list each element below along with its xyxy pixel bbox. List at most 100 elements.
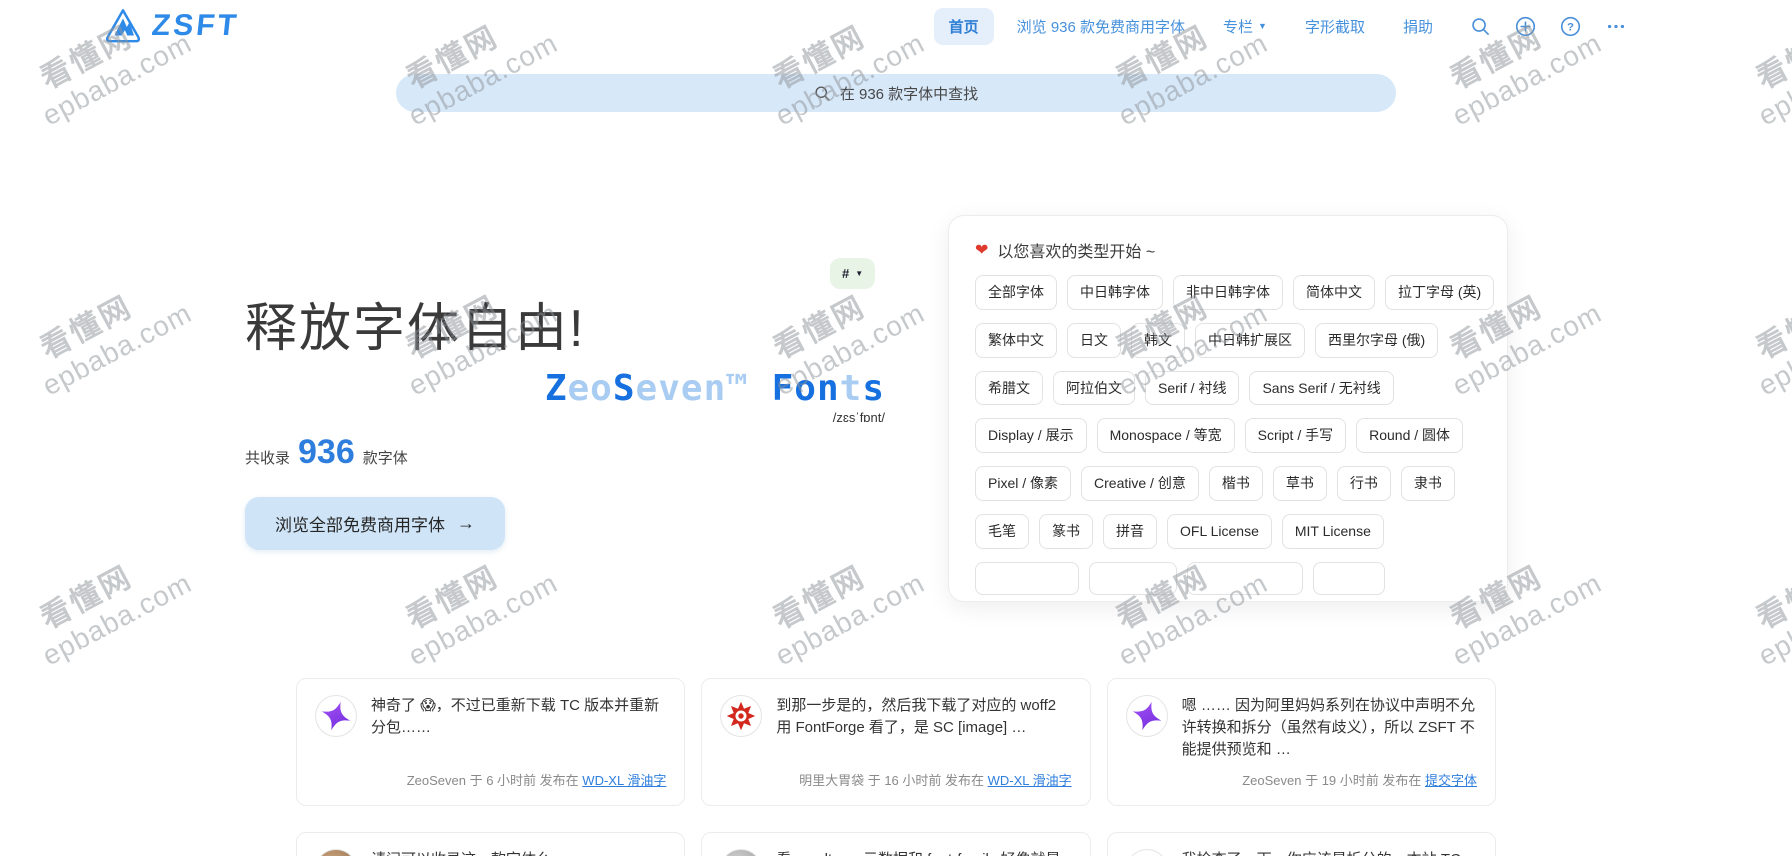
tag-OFL License[interactable]: OFL License xyxy=(1167,513,1272,549)
tag-毛笔[interactable]: 毛笔 xyxy=(975,513,1029,549)
nav-item-label: 浏览 936 款免费商用字体 xyxy=(1016,18,1186,36)
comment-text: 嗯 …… 因为阿里妈妈系列在协议中声明不允许转换和拆分（虽然有歧义），所以 ZS… xyxy=(1181,697,1475,758)
tag-西里尔字母 (俄)[interactable]: 西里尔字母 (俄) xyxy=(1315,322,1439,358)
purple-star-avatar xyxy=(1125,695,1168,737)
comment-body: 神奇了 😱，不过已重新下载 TC 版本并重新分包…… ZeoSeven 于 6 小… xyxy=(371,695,666,789)
comment-source-link[interactable]: 提交字体 xyxy=(1425,773,1477,788)
tag-Monospace / 等宽[interactable]: Monospace / 等宽 xyxy=(1096,418,1235,454)
watermark-text-en: epbaba.com xyxy=(1753,296,1792,402)
tag-阿拉伯文[interactable]: 阿拉伯文 xyxy=(1053,370,1135,406)
brand-segment: even™ xyxy=(635,367,772,409)
comment-card[interactable]: 到那一步是的，然后我下载了对应的 woff2 用 FontForge 看了，是 … xyxy=(701,678,1091,807)
heart-icon: ❤ xyxy=(975,242,989,259)
comment-card[interactable]: 神奇了 😱，不过已重新下载 TC 版本并重新分包…… ZeoSeven 于 6 小… xyxy=(296,678,686,807)
tag-row: 毛笔 篆书 拼音 OFL License MIT License xyxy=(975,513,1481,549)
tag-中日韩扩展区[interactable]: 中日韩扩展区 xyxy=(1195,322,1305,358)
tag-cutoff[interactable] xyxy=(975,561,1079,595)
svg-text:?: ? xyxy=(1567,21,1574,33)
comment-source-link[interactable]: WD-XL 滑油字 xyxy=(582,773,666,788)
watermark-text-cn: 看懂网 xyxy=(35,560,139,636)
plus-circle-icon[interactable] xyxy=(1515,16,1536,37)
tag-MIT License[interactable]: MIT License xyxy=(1281,513,1384,549)
tag-cutoff[interactable] xyxy=(1089,561,1177,595)
tag-希腊文[interactable]: 希腊文 xyxy=(975,370,1043,406)
panel-header: ❤ 以您喜欢的类型开始 ~ xyxy=(975,238,1481,262)
comment-text: 我检查了一下，你应该是拆分的，本站 TC 的 woff xyxy=(1182,849,1477,856)
logo-text: ZSFT xyxy=(150,9,241,42)
watermark-text-en: epbaba.com xyxy=(37,296,197,402)
tag-row: 希腊文 阿拉伯文 Serif / 衬线 Sans Serif / 无衬线 xyxy=(975,370,1481,406)
nav-icon-group: ? xyxy=(1470,16,1627,37)
nav-item-label: 捐助 xyxy=(1402,18,1433,36)
tag-Serif / 衬线[interactable]: Serif / 衬线 xyxy=(1145,370,1240,406)
brand-segment: S xyxy=(612,367,636,409)
tag-非中日韩字体[interactable]: 非中日韩字体 xyxy=(1173,275,1283,310)
comment-body: 嗯 …… 因为阿里妈妈系列在协议中声明不允许转换和拆分（虽然有歧义），所以 ZS… xyxy=(1182,695,1477,789)
tag-Script / 手写[interactable]: Script / 手写 xyxy=(1244,418,1347,454)
brand-segment: eo xyxy=(567,367,613,409)
watermark-text-cn: 看懂网 xyxy=(768,560,872,636)
help-circle-icon[interactable]: ? xyxy=(1560,16,1581,37)
nav-item-2[interactable]: 专栏 ▼ xyxy=(1208,8,1282,45)
tag-中日韩字体[interactable]: 中日韩字体 xyxy=(1067,275,1163,310)
watermark-text-cn: 看懂网 xyxy=(401,560,505,636)
tag-隶书[interactable]: 隶书 xyxy=(1400,466,1455,501)
tag-拼音[interactable]: 拼音 xyxy=(1103,513,1157,549)
tag-row: Pixel / 像素 Creative / 创意 楷书 草书 行书 隶书 xyxy=(975,466,1481,501)
tag-草书[interactable]: 草书 xyxy=(1272,466,1327,501)
font-count-line: 共收录 936 款字体 xyxy=(245,435,885,469)
tag-韩文[interactable]: 韩文 xyxy=(1131,322,1185,358)
tag-cutoff[interactable] xyxy=(1313,561,1385,595)
watermark: 看懂网 epbaba.com xyxy=(1751,267,1792,401)
browse-all-fonts-button[interactable]: 浏览全部免费商用字体 → xyxy=(245,497,505,551)
nav-item-4[interactable]: 捐助 xyxy=(1388,8,1448,45)
nav-item-3[interactable]: 字形截取 xyxy=(1290,8,1380,45)
tag-行书[interactable]: 行书 xyxy=(1336,466,1391,501)
tag-cutoff[interactable] xyxy=(1187,561,1303,595)
comment-text: 到那一步是的，然后我下载了对应的 woff2 用 FontForge 看了，是 … xyxy=(776,697,1057,736)
comment-meta-text: ZeoSeven 于 6 小时前 发布在 xyxy=(406,773,583,789)
watermark-text-en: epbaba.com xyxy=(403,566,563,672)
tag-日文[interactable]: 日文 xyxy=(1067,322,1121,358)
tag-繁体中文[interactable]: 繁体中文 xyxy=(975,322,1057,358)
tag-篆书[interactable]: 篆书 xyxy=(1039,513,1093,549)
nav-item-label: 专栏 xyxy=(1223,18,1254,36)
comment-meta: 明里大胃袋 于 16 小时前 发布在 WD-XL 滑油字 xyxy=(776,760,1072,789)
logo[interactable]: ZSFT xyxy=(104,7,241,45)
chevron-down-icon: ▼ xyxy=(855,268,864,278)
search-input[interactable]: 在 936 款字体中查找 xyxy=(396,74,1396,112)
watermark-text-cn: 看懂网 xyxy=(1751,560,1792,636)
comment-meta-text: 明里大胃袋 于 16 小时前 发布在 xyxy=(799,773,988,789)
hash-filter-button[interactable]: # ▼ xyxy=(830,258,876,289)
comment-text: 请问可以收录这一款字体么 https://www.maoke xyxy=(371,849,666,856)
comment-card[interactable]: 请问可以收录这一款字体么 https://www.maoke xyxy=(296,832,686,856)
more-ellipsis-icon[interactable] xyxy=(1605,16,1627,37)
main-nav: 首页 浏览 936 款免费商用字体 专栏 ▼ 字形截取 捐助 xyxy=(933,7,1448,45)
tag-Round / 圆体[interactable]: Round / 圆体 xyxy=(1356,418,1464,454)
watermark: 看懂网 epbaba.com xyxy=(1751,537,1792,671)
nav-item-1[interactable]: 浏览 936 款免费商用字体 xyxy=(1002,8,1200,45)
comment-meta: ZeoSeven 于 19 小时前 发布在 提交字体 xyxy=(1182,760,1477,789)
comment-card[interactable]: 看 result.css 元数据和 font-family 好像就是了 xyxy=(701,832,1091,856)
tag-Creative / 创意[interactable]: Creative / 创意 xyxy=(1081,466,1199,501)
tag-row: 繁体中文 日文 韩文 中日韩扩展区 西里尔字母 (俄) xyxy=(975,322,1481,358)
tag-全部字体[interactable]: 全部字体 xyxy=(975,275,1057,310)
tag-楷书[interactable]: 楷书 xyxy=(1208,466,1263,501)
red-star-avatar xyxy=(1125,849,1168,856)
tag-Pixel / 像素[interactable]: Pixel / 像素 xyxy=(975,466,1072,501)
nav-item-0[interactable]: 首页 xyxy=(933,7,994,45)
tag-Display / 展示[interactable]: Display / 展示 xyxy=(975,418,1087,454)
search-icon[interactable] xyxy=(1470,16,1491,37)
gray-photo-avatar xyxy=(720,849,763,856)
comment-card[interactable]: 嗯 …… 因为阿里妈妈系列在协议中声明不允许转换和拆分（虽然有歧义），所以 ZS… xyxy=(1106,678,1496,807)
tag-Sans Serif / 无衬线[interactable]: Sans Serif / 无衬线 xyxy=(1249,370,1394,406)
purple-star-avatar xyxy=(315,695,357,737)
comment-source-link[interactable]: WD-XL 滑油字 xyxy=(988,773,1072,788)
watermark: 看懂网 epbaba.com xyxy=(768,537,929,671)
tag-简体中文[interactable]: 简体中文 xyxy=(1293,275,1375,310)
comment-card[interactable]: 我检查了一下，你应该是拆分的，本站 TC 的 woff xyxy=(1106,832,1496,856)
top-nav: ZSFT 首页 浏览 936 款免费商用字体 专栏 ▼ 字形截取 捐助 ? xyxy=(0,0,1792,52)
comments-row-2: 请问可以收录这一款字体么 https://www.maoke 看 result.c… xyxy=(296,832,1496,856)
tag-拉丁字母 (英)[interactable]: 拉丁字母 (英) xyxy=(1385,275,1495,310)
watermark-text-en: epbaba.com xyxy=(770,566,930,672)
